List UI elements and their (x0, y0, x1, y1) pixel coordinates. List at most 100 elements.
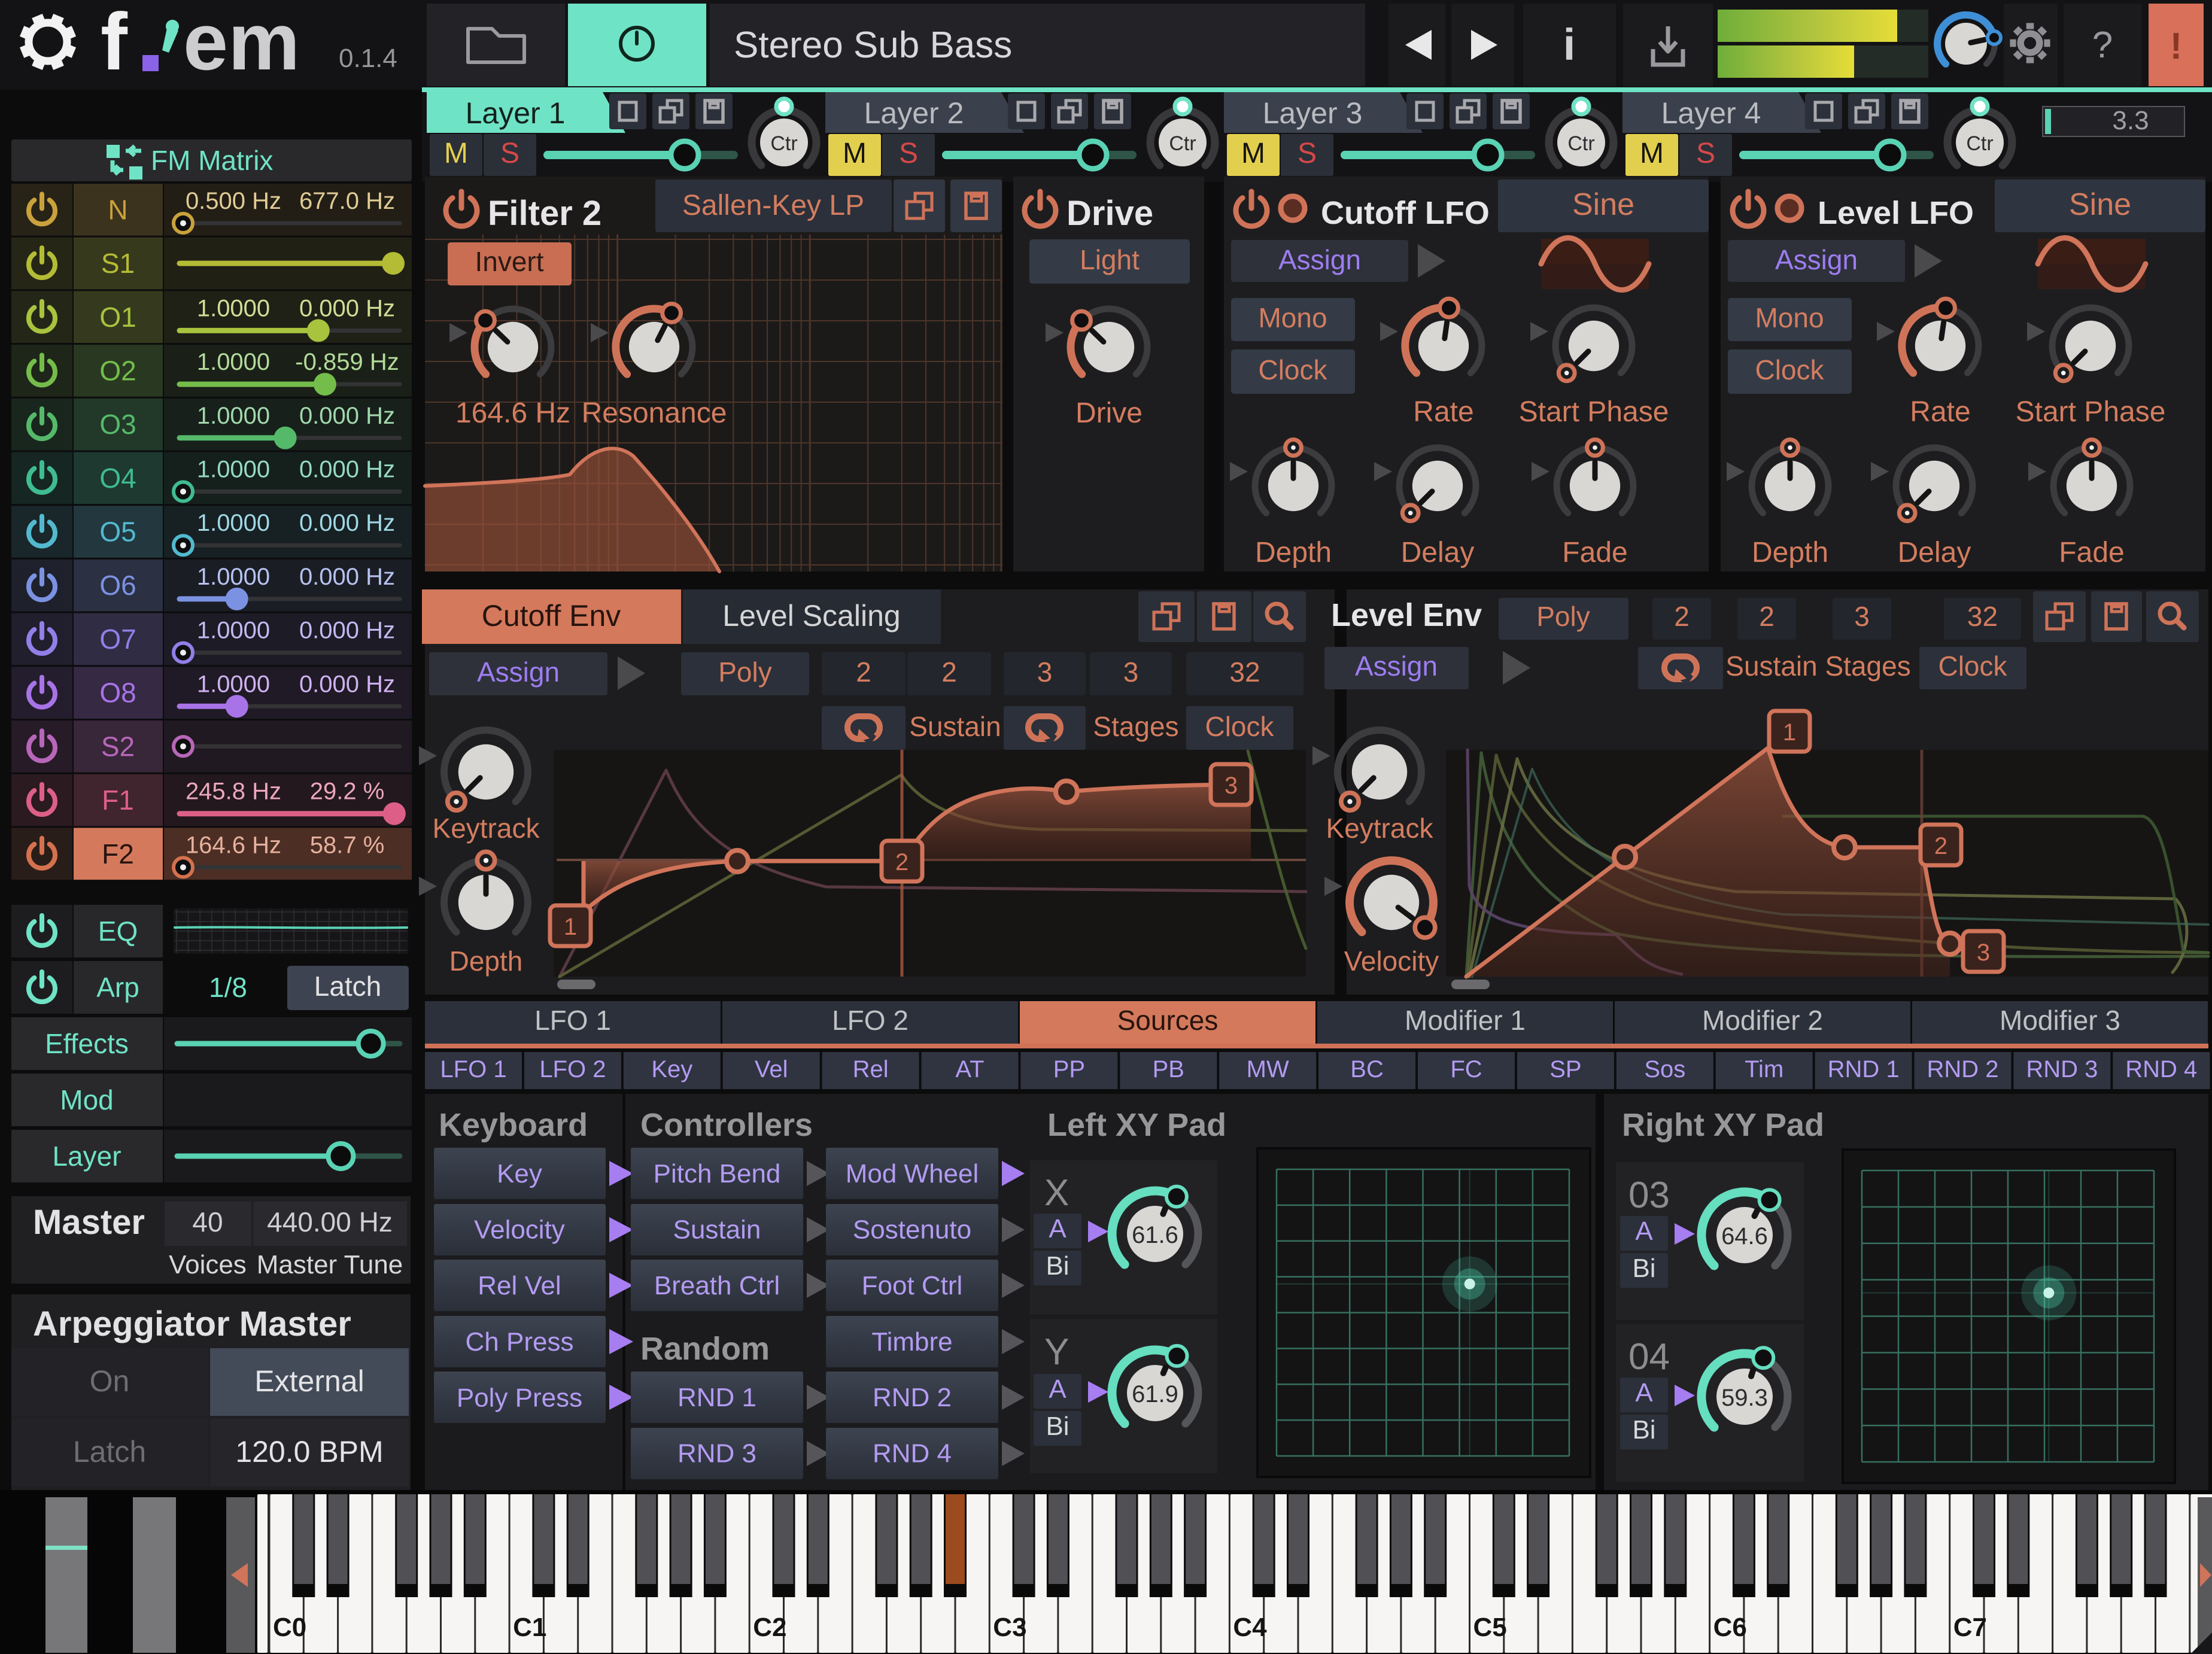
svg-text:Start Phase: Start Phase (2016, 396, 2166, 428)
svg-text:Drive: Drive (1075, 397, 1143, 429)
svg-text:3: 3 (1123, 656, 1139, 688)
svg-text:O2: O2 (99, 355, 136, 387)
svg-text:Drive: Drive (1066, 194, 1153, 233)
svg-text:C4: C4 (1233, 1613, 1267, 1642)
svg-text:A: A (1635, 1378, 1653, 1407)
svg-text:Key: Key (651, 1056, 692, 1083)
svg-text:O6: O6 (99, 570, 136, 601)
svg-text:Level Scaling: Level Scaling (722, 599, 900, 633)
svg-text:03: 03 (1628, 1175, 1670, 1216)
svg-text:3: 3 (1037, 656, 1053, 688)
svg-text:External: External (254, 1364, 364, 1398)
svg-text:Ch Press: Ch Press (466, 1327, 574, 1357)
svg-text:A: A (1635, 1217, 1653, 1246)
svg-text:1: 1 (564, 914, 577, 940)
svg-text:C5: C5 (1473, 1613, 1507, 1642)
svg-text:C1: C1 (513, 1613, 546, 1642)
svg-text:Poly: Poly (718, 656, 771, 688)
svg-text:S2: S2 (101, 731, 135, 762)
svg-text:Y: Y (1044, 1331, 1069, 1373)
svg-text:S: S (1298, 138, 1317, 169)
svg-text:Layer 4: Layer 4 (1661, 96, 1761, 130)
svg-text:Voices: Voices (169, 1250, 247, 1279)
svg-text:29.2 %: 29.2 % (310, 779, 385, 805)
svg-text:Key: Key (497, 1159, 542, 1188)
svg-text:Keyboard: Keyboard (439, 1107, 588, 1143)
svg-text:0.000 Hz: 0.000 Hz (299, 510, 395, 536)
svg-text:Tim: Tim (1745, 1056, 1783, 1083)
svg-text:MW: MW (1247, 1056, 1289, 1083)
svg-text:Fade: Fade (2059, 537, 2124, 568)
svg-text:Left XY Pad: Left XY Pad (1047, 1107, 1226, 1143)
svg-text:Master: Master (33, 1203, 145, 1242)
svg-text:?: ? (2092, 25, 2113, 66)
svg-text:1.0000: 1.0000 (197, 349, 270, 375)
svg-text:3: 3 (1854, 601, 1870, 632)
svg-text:Assign: Assign (1775, 244, 1858, 275)
svg-text:0.000 Hz: 0.000 Hz (299, 295, 395, 321)
svg-text:58.7 %: 58.7 % (310, 832, 385, 858)
svg-text:61.6: 61.6 (1132, 1222, 1178, 1248)
svg-text:0.1.4: 0.1.4 (339, 44, 397, 73)
svg-text:61.9: 61.9 (1132, 1381, 1178, 1407)
svg-text:164.6 Hz: 164.6 Hz (455, 397, 570, 429)
svg-text:Rate: Rate (1910, 396, 1970, 428)
svg-text:Cutoff Env: Cutoff Env (482, 599, 621, 633)
svg-text:C6: C6 (1713, 1613, 1747, 1642)
svg-text:Assign: Assign (477, 656, 560, 688)
svg-text:Modifier 1: Modifier 1 (1405, 1005, 1526, 1036)
svg-text:Bi: Bi (1046, 1251, 1069, 1281)
svg-text:Sustain: Sustain (909, 711, 1001, 742)
svg-text:2: 2 (895, 849, 908, 875)
svg-text:Keytrack: Keytrack (1326, 813, 1434, 844)
svg-text:59.3: 59.3 (1721, 1385, 1768, 1411)
svg-text:AT: AT (955, 1056, 984, 1083)
svg-text:Depth: Depth (1752, 537, 1828, 568)
svg-text:Clock: Clock (1755, 354, 1824, 385)
svg-text:Sos: Sos (1644, 1056, 1685, 1083)
svg-text:Invert: Invert (475, 246, 543, 277)
svg-text:Start Phase: Start Phase (1519, 396, 1669, 428)
svg-text:Velocity: Velocity (474, 1215, 565, 1245)
svg-text:677.0 Hz: 677.0 Hz (299, 188, 395, 214)
svg-text:0.500 Hz: 0.500 Hz (186, 188, 281, 214)
svg-text:LFO 2: LFO 2 (539, 1056, 606, 1083)
svg-text:Level Env: Level Env (1331, 597, 1482, 633)
svg-text:Depth: Depth (1255, 537, 1332, 568)
svg-text:Bi: Bi (1632, 1415, 1655, 1445)
svg-text:Delay: Delay (1898, 537, 1971, 568)
svg-text:M: M (843, 138, 867, 169)
svg-text:2: 2 (856, 656, 871, 688)
svg-text:S: S (500, 138, 519, 169)
svg-text:2: 2 (1674, 601, 1690, 632)
svg-text:FM Matrix: FM Matrix (151, 145, 273, 176)
svg-text:Resonance: Resonance (582, 397, 727, 429)
svg-text:M: M (1640, 138, 1664, 169)
svg-text:1.0000: 1.0000 (197, 618, 270, 644)
svg-text:Ctr: Ctr (1169, 132, 1196, 155)
svg-text:Right XY Pad: Right XY Pad (1622, 1107, 1824, 1143)
svg-text:Breath Ctrl: Breath Ctrl (654, 1271, 780, 1300)
svg-text:Mono: Mono (1258, 302, 1327, 333)
svg-text:0.000 Hz: 0.000 Hz (299, 618, 395, 644)
svg-text:RND 2: RND 2 (1927, 1056, 1998, 1083)
svg-text:04: 04 (1628, 1336, 1670, 1378)
svg-text:0.000 Hz: 0.000 Hz (299, 564, 395, 590)
svg-text:Layer 3: Layer 3 (1263, 96, 1363, 130)
svg-text:On: On (90, 1364, 130, 1398)
svg-text:RND 1: RND 1 (1828, 1056, 1900, 1083)
svg-text:Assign: Assign (1355, 650, 1438, 682)
svg-text:2: 2 (1759, 601, 1775, 632)
svg-text:Clock: Clock (1258, 354, 1327, 385)
svg-text:Keytrack: Keytrack (433, 813, 540, 844)
svg-text:S1: S1 (101, 248, 135, 279)
svg-text:2: 2 (1934, 833, 1947, 859)
svg-text:Sine: Sine (2069, 187, 2131, 222)
svg-text:F1: F1 (102, 785, 134, 816)
svg-text:O1: O1 (99, 302, 136, 333)
svg-text:2: 2 (941, 656, 957, 688)
svg-text:1/8: 1/8 (209, 972, 247, 1003)
svg-text:32: 32 (1229, 656, 1260, 688)
svg-text:M: M (1241, 138, 1265, 169)
svg-text:Rate: Rate (1413, 396, 1473, 428)
